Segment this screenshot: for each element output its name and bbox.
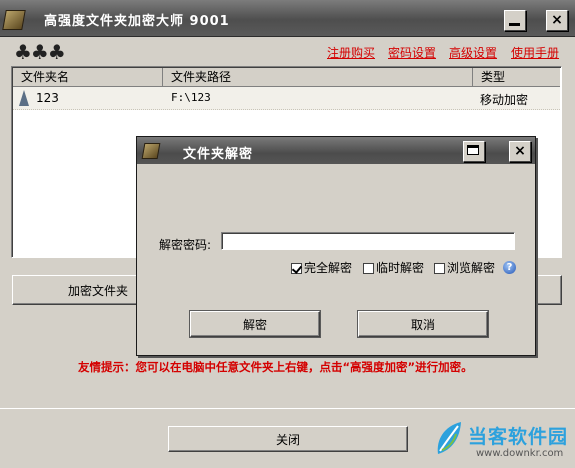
close-icon: ×	[551, 12, 563, 28]
column-header-path[interactable]: 文件夹路径	[163, 68, 473, 86]
help-icon[interactable]: ?	[503, 261, 516, 274]
decrypt-dialog: 文件夹解密 × 解密密码: 完全解密 临时解密 浏览解密 ? 解密 取消	[136, 136, 536, 356]
row-folder-name: 123	[36, 91, 59, 105]
dialog-title: 文件夹解密	[183, 147, 254, 162]
column-header-type[interactable]: 类型	[473, 68, 560, 86]
logo-marks: ♣♣♣	[14, 40, 66, 64]
watermark-url: www.downkr.com	[476, 448, 564, 459]
list-header: 文件夹名 文件夹路径 类型	[13, 68, 560, 87]
dialog-minimize-button[interactable]	[463, 141, 485, 162]
decrypt-button[interactable]: 解密	[190, 311, 320, 337]
user-manual-link[interactable]: 使用手册	[511, 44, 559, 61]
dialog-app-icon	[141, 143, 161, 159]
cancel-button[interactable]: 取消	[358, 311, 488, 337]
tip-text: 友情提示：您可以在电脑中任意文件夹上右键，点击“高强度加密”进行加密。	[78, 360, 473, 374]
close-button[interactable]: 关闭	[168, 426, 408, 452]
row-folder-path: F:\123	[171, 91, 211, 104]
row-folder-type: 移动加密	[480, 93, 529, 107]
minimize-icon	[509, 23, 520, 26]
option-full-decrypt[interactable]: 完全解密	[291, 260, 352, 276]
option-label: 浏览解密	[447, 261, 496, 275]
password-input[interactable]	[221, 232, 515, 250]
option-browse-decrypt[interactable]: 浏览解密	[434, 260, 495, 276]
main-titlebar: 高强度文件夹加密大师 9001 ×	[0, 0, 575, 37]
advanced-settings-link[interactable]: 高级设置	[449, 44, 497, 61]
close-window-button[interactable]: ×	[546, 10, 568, 31]
checkbox-unchecked[interactable]	[434, 263, 445, 274]
dialog-titlebar: 文件夹解密 ×	[137, 137, 535, 164]
table-row[interactable]: 123 F:\123 移动加密	[13, 87, 560, 110]
minimize-button[interactable]	[504, 10, 526, 31]
option-temp-decrypt[interactable]: 临时解密	[363, 260, 424, 276]
window-title: 高强度文件夹加密大师 9001	[44, 14, 230, 29]
password-settings-link[interactable]: 密码设置	[388, 44, 436, 61]
register-link[interactable]: 注册购买	[327, 44, 375, 61]
restore-icon	[467, 145, 479, 155]
watermark-logo-icon	[437, 422, 461, 454]
watermark-text: 当客软件园	[468, 426, 569, 448]
app-icon	[2, 10, 26, 30]
option-label: 完全解密	[304, 261, 353, 275]
checkbox-checked[interactable]	[291, 263, 303, 274]
folder-lock-icon	[19, 90, 29, 106]
option-label: 临时解密	[376, 261, 425, 275]
column-header-name[interactable]: 文件夹名	[13, 68, 163, 86]
password-label: 解密密码:	[159, 238, 212, 252]
dialog-close-button[interactable]: ×	[509, 141, 531, 162]
close-icon: ×	[514, 143, 526, 159]
checkmark-icon	[291, 263, 303, 274]
checkbox-unchecked[interactable]	[363, 263, 374, 274]
